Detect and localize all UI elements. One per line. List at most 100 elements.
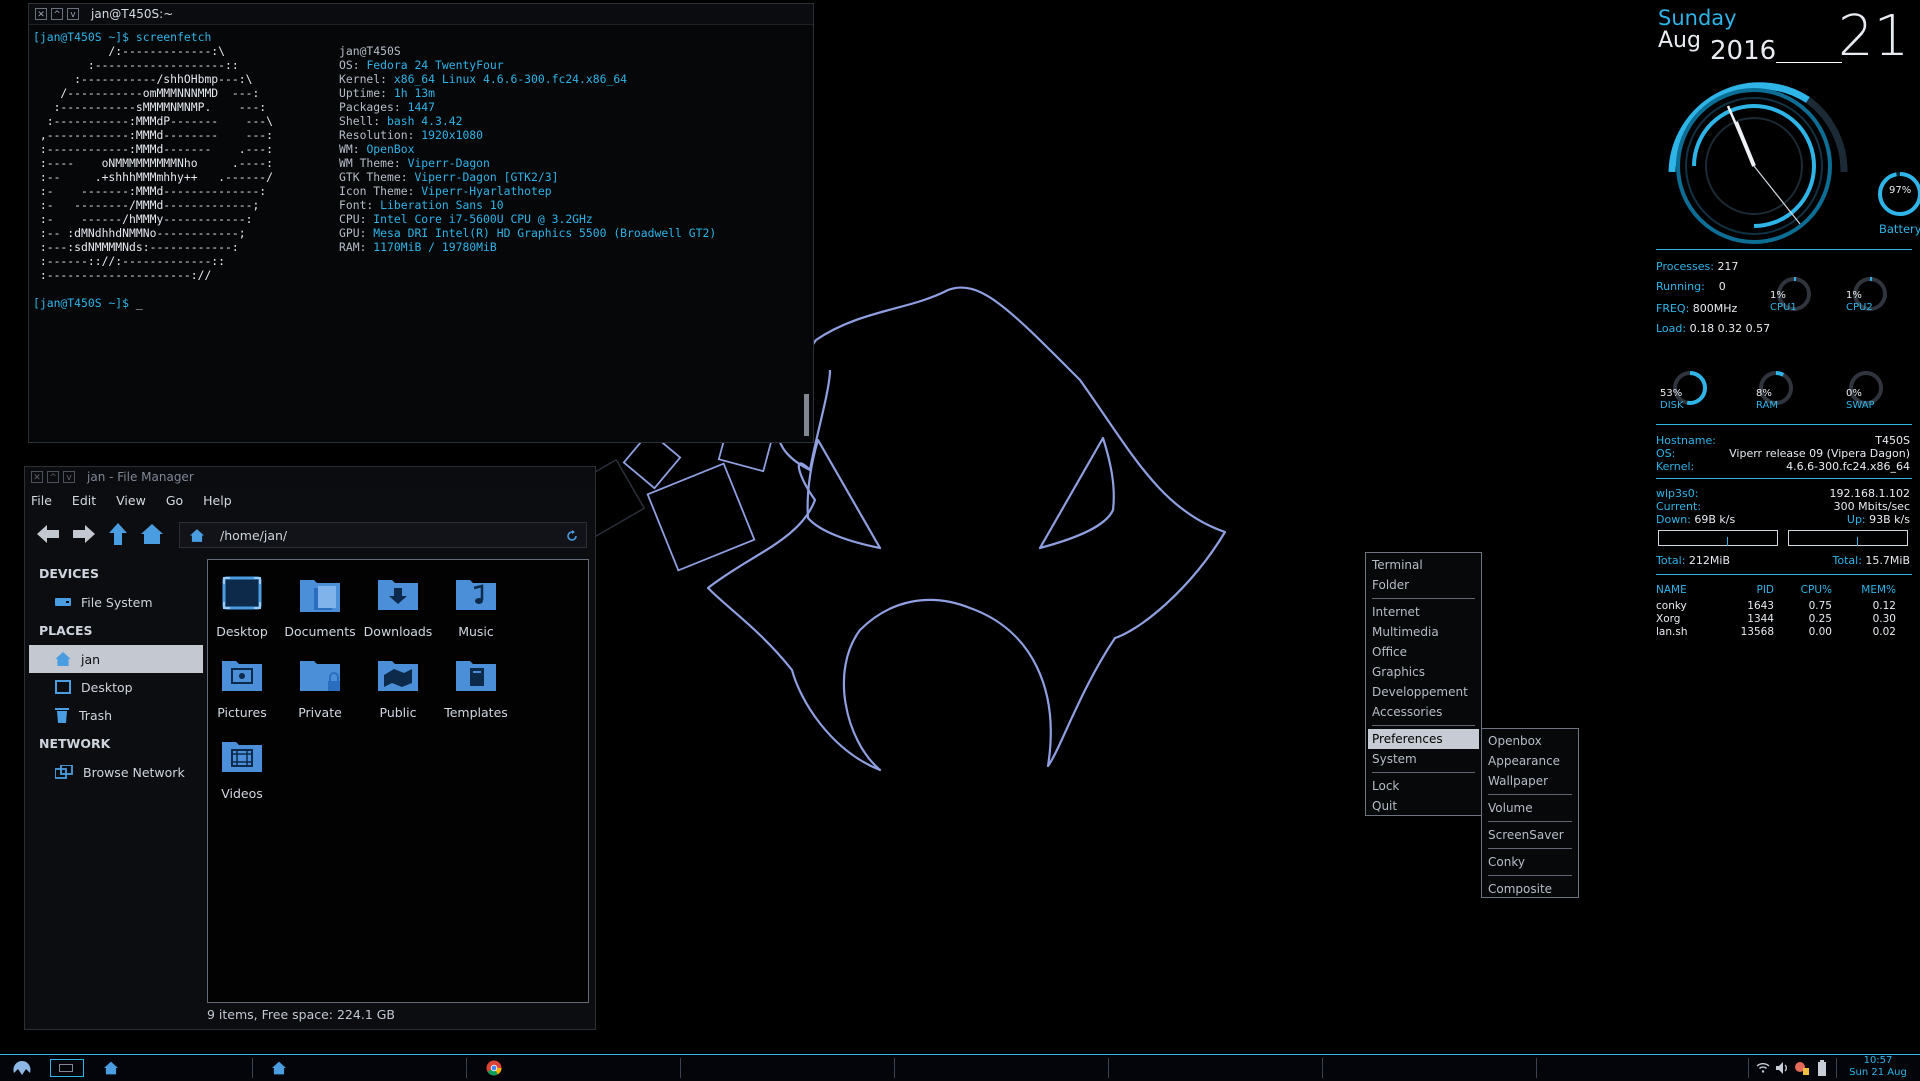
- close-icon[interactable]: ✕: [31, 471, 43, 483]
- menu-item-wallpaper[interactable]: Wallpaper: [1484, 771, 1576, 791]
- terminal-command-line: [jan@T450S ~]$ screenfetch: [33, 30, 797, 44]
- location-bar[interactable]: /home/jan/: [179, 522, 587, 548]
- file-manager-task-icon[interactable]: [104, 1061, 118, 1075]
- conky-separator: [1656, 574, 1912, 575]
- menu-item-terminal[interactable]: Terminal: [1368, 555, 1479, 575]
- process-cell: 0.30: [1872, 613, 1896, 625]
- info-key: Font:: [339, 198, 374, 212]
- folder-music[interactable]: Music: [436, 574, 516, 639]
- network-icon: [55, 765, 73, 779]
- process-cell: 1344: [1747, 613, 1774, 625]
- total-up-value: 15.7MiB: [1865, 554, 1910, 567]
- desktop-root-menu[interactable]: Terminal Folder Internet Multimedia Offi…: [1365, 552, 1482, 816]
- chrome-icon[interactable]: [486, 1060, 502, 1076]
- viperr-start-icon[interactable]: [12, 1059, 32, 1077]
- back-arrow-icon[interactable]: [37, 525, 59, 543]
- menu-item-composite[interactable]: Composite: [1484, 879, 1576, 899]
- workspace-pager[interactable]: [50, 1059, 84, 1077]
- terminal-current-prompt: [jan@T450S ~]$ _: [33, 296, 143, 310]
- taskbar-separator: [680, 1058, 681, 1078]
- maximize-icon[interactable]: ^: [51, 8, 63, 20]
- pictures-folder-icon: [222, 661, 262, 691]
- maximize-icon[interactable]: ^: [47, 471, 59, 483]
- freq-label: FREQ:: [1656, 302, 1690, 315]
- file-view[interactable]: Desktop Documents Downloads Music Pictur…: [207, 559, 589, 1003]
- menu-item-openbox[interactable]: Openbox: [1484, 731, 1576, 751]
- file-item-label: Documents: [284, 624, 356, 639]
- home-task-icon[interactable]: [272, 1061, 286, 1075]
- process-row: conky 1643 0.75 0.12: [1656, 600, 1912, 613]
- preferences-submenu[interactable]: Openbox Appearance Wallpaper Volume Scre…: [1481, 728, 1579, 898]
- sidebar-item-jan[interactable]: jan: [29, 645, 203, 673]
- info-key: GTK Theme:: [339, 170, 408, 184]
- menu-item-preferences[interactable]: Preferences: [1368, 729, 1479, 749]
- menu-item-multimedia[interactable]: Multimedia: [1368, 622, 1479, 642]
- refresh-icon[interactable]: [566, 530, 578, 542]
- menu-item-office[interactable]: Office: [1368, 642, 1479, 662]
- folder-desktop[interactable]: Desktop: [202, 574, 282, 639]
- upload-graph: [1788, 530, 1908, 546]
- wifi-icon[interactable]: [1756, 1063, 1770, 1073]
- close-icon[interactable]: ✕: [35, 8, 47, 20]
- menu-item-developpement[interactable]: Developpement: [1368, 682, 1479, 702]
- taskbar-separator: [1108, 1058, 1109, 1078]
- menu-item-internet[interactable]: Internet: [1368, 602, 1479, 622]
- home-icon: [55, 652, 71, 666]
- ascii-line: :- ------/hMMMy------------:: [33, 212, 253, 226]
- forward-arrow-icon[interactable]: [73, 525, 95, 543]
- folder-templates[interactable]: Templates: [436, 655, 516, 720]
- terminal-scrollbar[interactable]: [804, 394, 809, 436]
- menu-item-accessories[interactable]: Accessories: [1368, 702, 1479, 722]
- folder-private[interactable]: Private: [280, 655, 360, 720]
- folder-pictures[interactable]: Pictures: [202, 655, 282, 720]
- menu-item-lock[interactable]: Lock: [1368, 776, 1479, 796]
- menu-item-conky[interactable]: Conky: [1484, 852, 1576, 872]
- sidebar-item-trash[interactable]: Trash: [29, 701, 203, 729]
- screenfetch-info-row: OS: Fedora 24 TwentyFour: [339, 58, 716, 72]
- menu-view[interactable]: View: [116, 493, 146, 508]
- minimize-icon[interactable]: v: [67, 8, 79, 20]
- folder-public[interactable]: Public: [358, 655, 438, 720]
- process-col-mem: MEM%: [1861, 584, 1896, 596]
- info-value: 1447: [407, 100, 436, 114]
- menu-item-quit[interactable]: Quit: [1368, 796, 1479, 816]
- documents-folder-icon: [300, 580, 340, 612]
- terminal-cursor: _: [135, 296, 143, 310]
- sidebar-item-file-system[interactable]: File System: [29, 588, 203, 616]
- folder-videos[interactable]: Videos: [202, 736, 282, 801]
- menu-item-folder[interactable]: Folder: [1368, 575, 1479, 595]
- menu-item-system[interactable]: System: [1368, 749, 1479, 769]
- file-manager-window[interactable]: ✕ ^ v jan - File Manager File Edit View …: [24, 466, 596, 1030]
- ram-label: RAM: [1756, 400, 1779, 411]
- conky-month: Aug: [1658, 28, 1701, 53]
- menu-help[interactable]: Help: [203, 493, 232, 508]
- menu-edit[interactable]: Edit: [72, 493, 96, 508]
- taskbar-clock[interactable]: 10:57 Sun 21 Aug: [1838, 1055, 1918, 1079]
- sidebar-item-browse-network[interactable]: Browse Network: [29, 758, 203, 786]
- terminal-titlebar[interactable]: ✕ ^ v jan@T450S:~: [29, 4, 813, 25]
- home-icon[interactable]: [141, 524, 163, 544]
- info-key: RAM:: [339, 240, 367, 254]
- menu-item-graphics[interactable]: Graphics: [1368, 662, 1479, 682]
- up-arrow-icon[interactable]: [109, 523, 127, 545]
- folder-documents[interactable]: Documents: [280, 574, 360, 639]
- file-manager-title: jan - File Manager: [87, 470, 194, 484]
- file-manager-titlebar[interactable]: ✕ ^ v jan - File Manager: [25, 467, 595, 487]
- battery-tray-icon[interactable]: [1818, 1060, 1826, 1076]
- minimize-icon[interactable]: v: [63, 471, 75, 483]
- sidebar-item-desktop[interactable]: Desktop: [29, 673, 203, 701]
- kernel-value: 4.6.6-300.fc24.x86_64: [1786, 460, 1910, 473]
- menu-item-appearance[interactable]: Appearance: [1484, 751, 1576, 771]
- menu-go[interactable]: Go: [166, 493, 183, 508]
- taskbar-separator: [1322, 1058, 1323, 1078]
- folder-downloads[interactable]: Downloads: [358, 574, 438, 639]
- menu-item-screensaver[interactable]: ScreenSaver: [1484, 825, 1576, 845]
- terminal-window[interactable]: ✕ ^ v jan@T450S:~ [jan@T450S ~]$ screenf…: [28, 3, 814, 443]
- update-notifier-icon[interactable]: [1794, 1061, 1810, 1075]
- menu-file[interactable]: File: [31, 493, 52, 508]
- trash-icon: [55, 708, 69, 723]
- ascii-line: :-------------------::: [33, 58, 239, 72]
- volume-icon[interactable]: [1776, 1062, 1790, 1074]
- menu-item-volume[interactable]: Volume: [1484, 798, 1576, 818]
- terminal-output[interactable]: [jan@T450S ~]$ screenfetch /:-----------…: [33, 30, 797, 438]
